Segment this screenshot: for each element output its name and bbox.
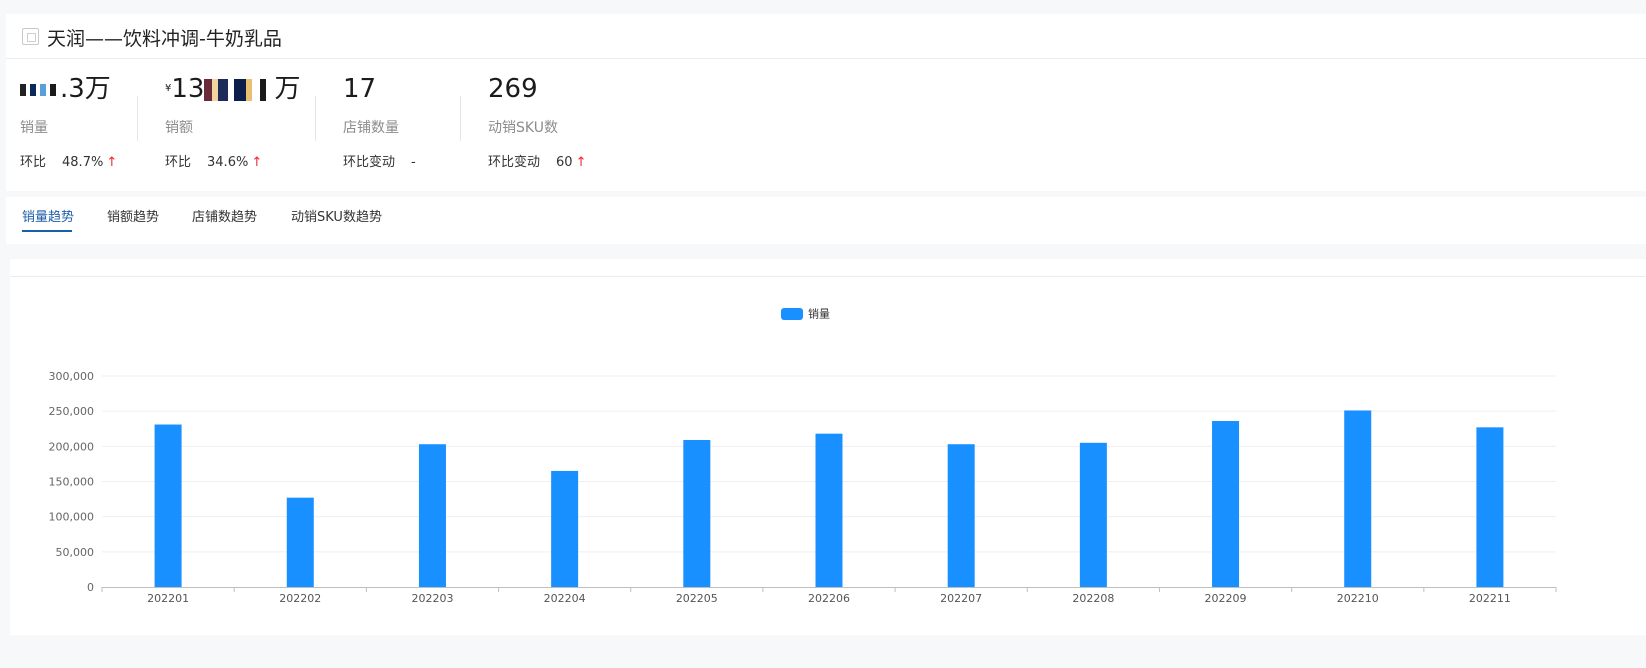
bar[interactable] — [1344, 410, 1372, 587]
metric-change: 环比变动 - — [343, 155, 416, 170]
metric-change: 环比 34.6% ↑ — [165, 155, 263, 170]
y-tick-label: 0 — [87, 581, 94, 594]
metric-value: 269 — [488, 74, 538, 104]
metric-value: .3万 — [20, 72, 117, 106]
metric-divider — [315, 96, 316, 141]
bar[interactable] — [551, 470, 579, 587]
bar[interactable] — [418, 444, 446, 587]
legend-label: 销量 — [808, 307, 830, 321]
page-title: 天润——饮料冲调-牛奶乳品 — [47, 28, 282, 50]
chart-header-divider — [10, 276, 1646, 277]
chart-card: 销量 0 50,000 100,000 150,000 200,000 250,000 30… — [10, 259, 1646, 635]
arrow-up-icon: ↑ — [251, 155, 263, 170]
x-tick-label: 202209 — [1205, 592, 1247, 605]
tab-store-count-trend[interactable]: 店铺数趋势 — [192, 206, 257, 225]
metric-store-count: 17 店铺数量 环比变动 - — [343, 72, 416, 170]
metric-value: ¥13 万 — [165, 74, 301, 104]
legend-swatch — [781, 308, 803, 320]
metric-change: 环比变动 60 ↑ — [488, 155, 587, 170]
bar[interactable] — [154, 424, 182, 587]
x-tick-label: 202206 — [808, 592, 850, 605]
x-tick-label: 202205 — [676, 592, 718, 605]
redaction-mosaic — [204, 78, 275, 101]
bar-chart: 销量 0 50,000 100,000 150,000 200,000 250,000 30… — [49, 307, 1557, 605]
chart-legend[interactable]: 销量 — [781, 307, 830, 321]
x-tick-label: 202204 — [544, 592, 586, 605]
metric-sales-volume: .3万 销量 环比 48.7% ↑ — [20, 72, 117, 170]
x-tick-label: 202203 — [411, 592, 453, 605]
bar[interactable] — [1212, 421, 1240, 587]
x-tick-label: 202201 — [147, 592, 189, 605]
bar[interactable] — [1079, 442, 1107, 587]
tab-active-sku-trend[interactable]: 动销SKU数趋势 — [291, 206, 382, 225]
summary-card: 天润——饮料冲调-牛奶乳品 .3万 销量 环比 48.7% ↑ ¥13 万 销额 环比… — [6, 14, 1646, 191]
metric-value: 17 — [343, 74, 377, 104]
summary-title-row: 天润——饮料冲调-牛奶乳品 — [6, 14, 1646, 59]
y-tick-label: 50,000 — [56, 546, 95, 559]
bar[interactable] — [683, 440, 711, 587]
y-tick-label: 300,000 — [49, 370, 95, 383]
y-tick-label: 200,000 — [49, 440, 95, 453]
x-tick-label: 202211 — [1469, 592, 1511, 605]
image-icon — [22, 28, 39, 45]
metric-sales-amount: ¥13 万 销额 环比 34.6% ↑ — [165, 72, 300, 170]
trend-tabs: 销量趋势 销额趋势 店铺数趋势 动销SKU数趋势 — [6, 197, 1646, 244]
x-tick-label: 202208 — [1072, 592, 1114, 605]
bar[interactable] — [815, 433, 843, 587]
metric-label: 动销SKU数 — [488, 120, 558, 136]
bar[interactable] — [286, 497, 314, 587]
metric-divider — [137, 96, 138, 141]
arrow-up-icon: ↑ — [575, 155, 587, 170]
metric-change: 环比 48.7% ↑ — [20, 155, 118, 170]
metric-label: 店铺数量 — [343, 120, 399, 136]
y-tick-label: 100,000 — [49, 511, 95, 524]
y-tick-label: 150,000 — [49, 476, 95, 489]
tab-sales-amount-trend[interactable]: 销额趋势 — [107, 206, 159, 225]
metric-label: 销量 — [20, 120, 48, 136]
bar[interactable] — [1476, 427, 1504, 587]
x-tick-label: 202202 — [279, 592, 321, 605]
y-tick-label: 250,000 — [49, 405, 95, 418]
tab-sales-volume-trend[interactable]: 销量趋势 — [22, 206, 74, 225]
bar[interactable] — [947, 444, 975, 587]
metric-active-sku: 269 动销SKU数 环比变动 60 ↑ — [488, 72, 586, 170]
x-tick-label: 202210 — [1337, 592, 1379, 605]
arrow-up-icon: ↑ — [106, 155, 118, 170]
metric-divider — [460, 96, 461, 141]
redaction-mosaic — [20, 83, 60, 96]
x-tick-label: 202207 — [940, 592, 982, 605]
metric-label: 销额 — [165, 120, 193, 136]
active-tab-indicator — [22, 230, 72, 232]
